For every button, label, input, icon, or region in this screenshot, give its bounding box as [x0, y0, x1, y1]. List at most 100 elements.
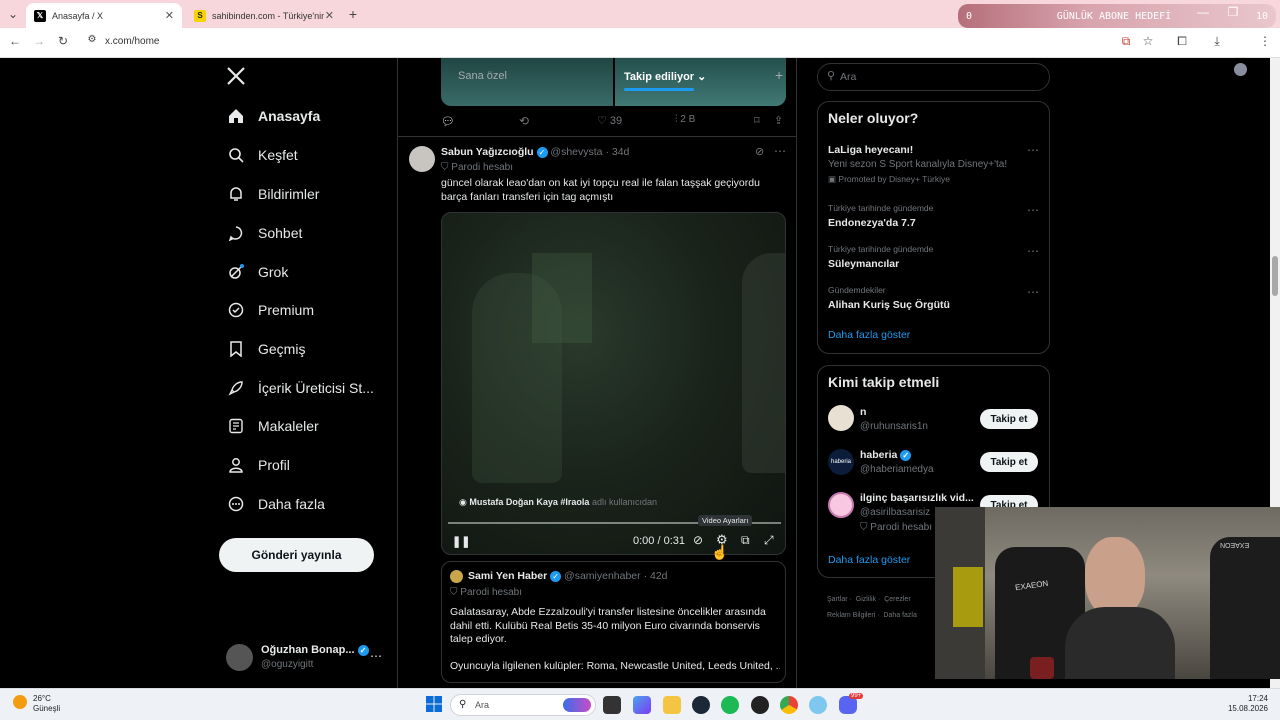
video-player[interactable]: ◉ Mustafa Doğan Kaya #Iraola adlı kullan…	[441, 212, 786, 555]
mute-icon[interactable]: ⊘	[693, 533, 703, 547]
steam-icon[interactable]	[692, 696, 710, 714]
widgets-icon[interactable]	[633, 696, 651, 714]
avatar[interactable]	[828, 405, 854, 431]
more-dots-icon[interactable]: ⋯	[774, 144, 786, 158]
bookmark-icon[interactable]: ⌑	[754, 114, 760, 127]
repost-icon[interactable]: ⟲	[519, 114, 529, 128]
weather-widget[interactable]: 26°C Güneşli	[33, 694, 60, 714]
tab-sahibinden[interactable]: S sahibinden.com - Türkiye'nin O ✕	[186, 3, 342, 28]
avatar[interactable]	[409, 146, 435, 172]
nav-item-chat[interactable]: Sohbet	[228, 220, 302, 246]
task-view-icon[interactable]	[603, 696, 621, 714]
fullscreen-icon[interactable]: ⤢	[764, 533, 774, 548]
download-icon[interactable]: ⤓	[1207, 34, 1227, 49]
pause-button[interactable]: ❚❚	[452, 535, 470, 548]
search-input[interactable]: ⚲ Ara	[817, 63, 1050, 91]
post-author[interactable]: Sabun Yağızcıoğlu	[441, 146, 534, 158]
nav-item-history[interactable]: Geçmiş	[228, 336, 305, 362]
reload-icon[interactable]: ↻	[53, 34, 73, 48]
tab-following[interactable]: Takip ediliyor ⌄	[624, 70, 706, 83]
share-icon[interactable]: ⇪	[774, 114, 783, 127]
avatar[interactable]: haberia	[828, 449, 854, 475]
file-explorer-icon[interactable]	[663, 696, 681, 714]
star-icon[interactable]: ☆	[1138, 34, 1158, 48]
menu-kebab-icon[interactable]: ⋮	[1255, 34, 1275, 48]
like-button[interactable]: ♡ 39	[597, 114, 622, 127]
nav-item-articles[interactable]: Makaleler	[228, 413, 319, 439]
chevron-down-icon: ⌄	[697, 71, 707, 83]
windows-start-icon[interactable]	[426, 696, 442, 712]
views-button[interactable]: ⫶ 2 B	[675, 114, 695, 125]
pip-icon[interactable]: ⧉	[741, 533, 750, 548]
close-icon[interactable]: ✕	[165, 9, 174, 22]
footer-link[interactable]: Şartlar	[827, 596, 848, 603]
profile-avatar[interactable]	[1234, 63, 1247, 76]
trend-item[interactable]: Türkiye tarihinde gündemde Endonezya'da …	[828, 203, 933, 229]
grok-analyze-icon[interactable]: ⊘	[755, 145, 764, 158]
profile-icon	[229, 458, 243, 473]
nav-item-notifications[interactable]: Bildirimler	[228, 181, 319, 207]
post-handle[interactable]: @shevysta	[550, 146, 602, 158]
more-dots-icon[interactable]: ⋯	[1027, 203, 1039, 217]
nav-item-grok[interactable]: Grok	[228, 259, 288, 285]
spotify-icon[interactable]	[721, 696, 739, 714]
nav-item-profile[interactable]: Profil	[228, 452, 290, 478]
suggest-handle[interactable]: @ruhunsaris1n	[860, 421, 928, 432]
nav-item-creator-studio[interactable]: İçerik Üreticisi St...	[228, 375, 374, 401]
follow-button[interactable]: Takip et	[980, 452, 1038, 472]
who-show-more-link[interactable]: Daha fazla göster	[828, 554, 910, 566]
tab-list-chevron-icon[interactable]: ⌄	[3, 7, 23, 21]
site-info-icon[interactable]: ⚙	[82, 34, 102, 45]
more-circle-icon	[228, 496, 244, 512]
obs-icon[interactable]	[751, 696, 769, 714]
tab-x-home[interactable]: 𝕏 Anasayfa / X ✕	[26, 3, 182, 28]
settings-icon[interactable]	[809, 696, 827, 714]
nav-item-more[interactable]: Daha fazla	[228, 491, 325, 517]
taskbar-search[interactable]: ⚲ Ara	[450, 694, 596, 716]
new-tab-button[interactable]: +	[343, 6, 363, 22]
more-dots-icon[interactable]: ⋯	[370, 649, 382, 663]
scrollbar-thumb[interactable]	[1272, 256, 1278, 296]
show-more-link[interactable]: Daha fazla göster	[828, 329, 910, 341]
suggest-handle[interactable]: @haberiamedya	[860, 464, 934, 475]
nav-item-explore[interactable]: Keşfet	[228, 142, 298, 168]
maximize-icon[interactable]: ❐	[1223, 5, 1243, 19]
follow-button[interactable]: Takip et	[980, 409, 1038, 429]
nav-item-home[interactable]: Anasayfa	[228, 103, 320, 129]
reply-icon[interactable]: 💬︎	[441, 115, 455, 128]
footer-link[interactable]: Reklam Bilgileri	[827, 612, 875, 619]
more-dots-icon[interactable]: ⋯	[1027, 285, 1039, 299]
close-icon[interactable]: ✕	[325, 9, 334, 22]
minimize-icon[interactable]: —	[1193, 5, 1213, 19]
avatar[interactable]	[828, 492, 854, 518]
trend-item[interactable]: Türkiye tarihinde gündemde Süleymancılar	[828, 244, 933, 270]
chrome-icon[interactable]	[780, 696, 798, 714]
footer-link[interactable]: Gizlilik	[856, 596, 876, 603]
more-dots-icon[interactable]: ⋯	[1027, 244, 1039, 258]
suggest-handle[interactable]: @asirilbasarisiz	[860, 507, 930, 518]
x-logo-icon[interactable]	[226, 66, 246, 86]
quote-post[interactable]: Sami Yen Haber ✓ @samiyenhaber · 42d ⛉ P…	[441, 561, 786, 683]
footer-link[interactable]: Daha fazla	[883, 612, 916, 619]
url-field[interactable]: x.com/home	[105, 36, 159, 47]
suggest-name[interactable]: haberia ✓	[860, 449, 912, 461]
post-age[interactable]: 34d	[612, 146, 630, 158]
add-tab-icon[interactable]: +	[775, 67, 783, 83]
post-text: güncel olarak leao'dan on kat iyi topçu …	[441, 177, 760, 203]
forward-icon[interactable]: →	[29, 34, 49, 48]
suggest-name[interactable]: ilginç başarısızlık vid...	[860, 492, 974, 504]
extensions-icon[interactable]: ⧠	[1172, 34, 1192, 49]
clock[interactable]: 17:24 15.08.2026	[1222, 694, 1268, 714]
nav-item-premium[interactable]: Premium	[228, 297, 314, 323]
tab-for-you[interactable]: Sana özel	[458, 70, 507, 82]
back-icon[interactable]: ←	[5, 34, 25, 48]
suggest-name[interactable]: n	[860, 406, 866, 418]
cast-icon[interactable]: ⧉	[1116, 34, 1136, 49]
post-button[interactable]: Gönderi yayınla	[219, 538, 374, 572]
more-dots-icon[interactable]: ⋯	[1027, 143, 1039, 157]
video-attribution[interactable]: ◉ Mustafa Doğan Kaya #Iraola adlı kullan…	[459, 497, 657, 508]
account-switcher[interactable]: Oğuzhan Bonap... ✓ @oguzyigitt ⋯	[226, 644, 386, 674]
trend-item[interactable]: Gündemdekiler Alihan Kuriş Suç Örgütü	[828, 285, 950, 311]
trend-item[interactable]: LaLiga heyecanı! Yeni sezon S Sport kana…	[828, 144, 1028, 185]
footer-link[interactable]: Çerezler	[884, 596, 910, 603]
